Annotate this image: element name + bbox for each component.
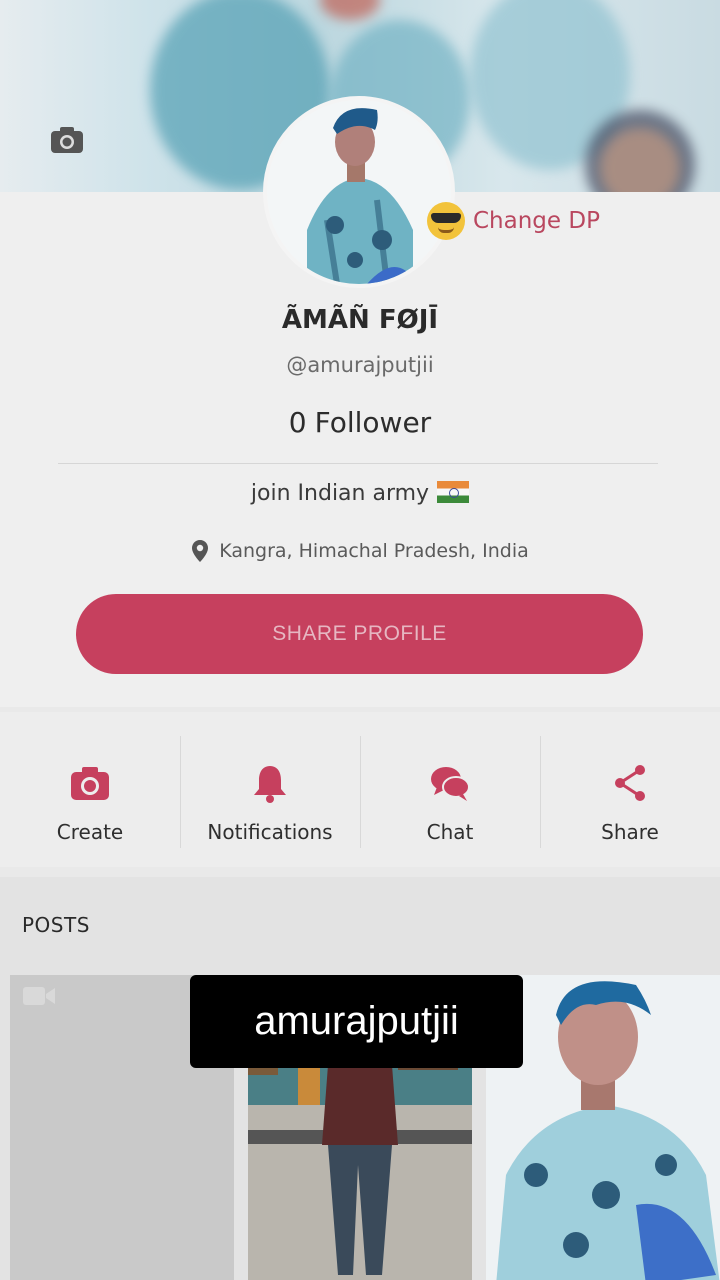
posts-section: POSTS bbox=[0, 877, 720, 1280]
create-label: Create bbox=[56, 820, 124, 844]
share-action[interactable]: Share bbox=[540, 712, 720, 867]
profile-bio: join Indian army bbox=[0, 481, 720, 506]
video-icon bbox=[23, 987, 55, 1005]
location-pin-icon bbox=[192, 540, 209, 562]
camera-icon bbox=[71, 767, 109, 800]
create-action[interactable]: Create bbox=[0, 712, 180, 867]
change-cover-camera-icon[interactable] bbox=[50, 126, 84, 154]
sunglasses-emoji-icon bbox=[427, 202, 465, 240]
notifications-label: Notifications bbox=[207, 820, 333, 844]
bell-icon bbox=[254, 766, 286, 803]
notifications-action[interactable]: Notifications bbox=[180, 712, 360, 867]
share-icon bbox=[615, 765, 645, 801]
change-dp-button[interactable]: Change DP bbox=[427, 202, 600, 240]
change-dp-label: Change DP bbox=[473, 208, 600, 234]
chat-bubbles-icon bbox=[431, 767, 470, 801]
followers-label: Follower bbox=[314, 406, 432, 439]
profile-handle: @amurajputjii bbox=[286, 353, 434, 377]
bio-text: join Indian army bbox=[250, 481, 430, 506]
india-flag-icon bbox=[437, 481, 470, 503]
share-label: Share bbox=[601, 820, 659, 844]
share-profile-button[interactable]: SHARE PROFILE bbox=[76, 594, 643, 674]
profile-avatar[interactable] bbox=[263, 96, 455, 288]
profile-name: ÃMÃÑ FØJĪ bbox=[281, 305, 439, 335]
location-text: Kangra, Himachal Pradesh, India bbox=[219, 540, 529, 562]
action-bar: Create Notifications Chat Share bbox=[0, 712, 720, 867]
followers-count[interactable]: 0 Follower bbox=[0, 406, 720, 439]
followers-number: 0 bbox=[288, 406, 307, 439]
chat-action[interactable]: Chat bbox=[360, 712, 540, 867]
posts-title: POSTS bbox=[22, 913, 90, 937]
divider bbox=[58, 463, 658, 464]
profile-location: Kangra, Himachal Pradesh, India bbox=[0, 539, 720, 563]
username-overlay-caption: amurajputjii bbox=[190, 975, 523, 1068]
chat-label: Chat bbox=[426, 820, 474, 844]
